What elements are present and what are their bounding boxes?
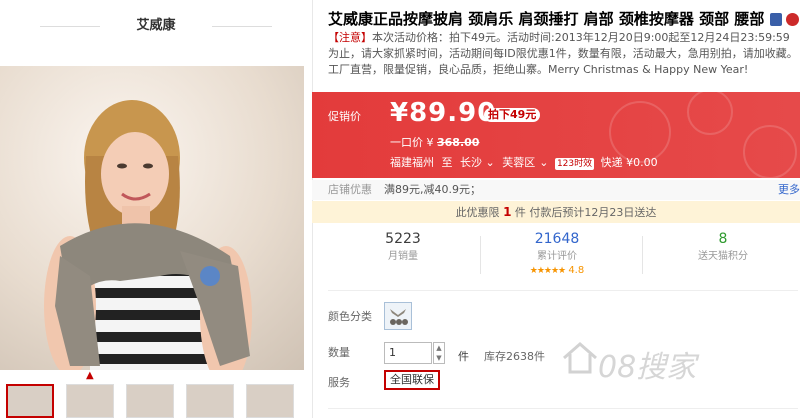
gallery-panel: 艾威康 ▲	[0, 0, 313, 418]
shield-icon	[770, 13, 783, 26]
reviews-label: 累计评价	[537, 251, 577, 262]
stat-divider	[642, 236, 643, 274]
star-rating-icon: ★★★★★	[529, 266, 566, 276]
time-badge: 123时效	[554, 158, 595, 170]
shop-promo-row: 店铺优惠 满89元,减40.9元； 更多	[312, 180, 800, 200]
divider	[328, 408, 798, 409]
product-notice: 【注意】本次活动价格：拍下49元。活动时间:2013年12月20日9:00起至1…	[328, 30, 798, 78]
thumbnail-1[interactable]	[6, 384, 54, 418]
promo-price: ¥89.90	[390, 98, 497, 128]
notice-prefix: 【注意】	[328, 31, 372, 44]
stat-divider	[480, 236, 481, 274]
thumbnail-5[interactable]	[246, 384, 294, 418]
limit-prefix: 此优惠限	[455, 206, 500, 219]
color-label: 颜色分类	[328, 310, 372, 323]
quantity-input[interactable]: 1	[384, 342, 432, 364]
notice-body: 本次活动价格：拍下49元。活动时间:2013年12月20日9:00起至12月24…	[328, 31, 798, 76]
main-product-image[interactable]: 🔍︎	[0, 66, 304, 370]
monthly-sales-value: 5223	[385, 231, 421, 247]
limit-count: 1	[503, 205, 512, 219]
rating-value: 4.8	[568, 265, 585, 276]
service-label: 服务	[328, 376, 350, 389]
shop-name[interactable]: 艾威康	[0, 0, 312, 52]
seal-icon	[786, 13, 800, 26]
points-value: 8	[718, 231, 728, 247]
stat-monthly-sales: 5223 月销量	[328, 228, 478, 280]
promo-more-link[interactable]: 更多	[778, 180, 800, 200]
product-info-panel: 艾威康正品按摩披肩 颈肩乐 肩颈捶打 肩部 颈椎按摩器 颈部 腰部 【注意】本次…	[312, 0, 800, 418]
product-photo	[44, 100, 252, 370]
stat-reviews[interactable]: 21648 累计评价 ★★★★★ 4.8	[482, 228, 632, 280]
reviews-value[interactable]: 21648	[482, 228, 632, 250]
points-label: 送天猫积分	[698, 251, 748, 262]
ship-from: 福建福州	[390, 156, 434, 169]
ship-to-district[interactable]: 芙蓉区	[502, 154, 535, 170]
shipping-info: 福建福州 至 长沙 ⌄ 芙蓉区 ⌄ 123时效 快递 ¥0.00	[390, 154, 658, 170]
thumbnail-4[interactable]	[186, 384, 234, 418]
quantity-unit: 件	[458, 350, 469, 363]
chevron-down-icon[interactable]: ⌄	[482, 156, 498, 169]
shop-promo-label: 店铺优惠	[328, 183, 372, 196]
quantity-label: 数量	[328, 346, 350, 359]
promo-price-label: 促销价	[328, 110, 361, 123]
color-swatch[interactable]	[384, 302, 412, 330]
divider	[328, 290, 798, 291]
stock-count: 库存2638件	[484, 350, 545, 363]
express-fee: 快递 ¥0.00	[600, 156, 658, 169]
discount-tag: 拍下49元	[484, 108, 541, 122]
limit-suffix: 件 付款后预计12月23日送达	[514, 206, 657, 219]
thumbnail-strip	[6, 384, 306, 418]
shop-promo-value: 满89元,减40.9元；	[384, 183, 481, 196]
stats-row: 5223 月销量 21648 累计评价 ★★★★★ 4.8 8 送天猫积分	[312, 228, 800, 284]
chevron-down-icon[interactable]: ⌄	[539, 156, 548, 169]
original-price-label: 一口价	[390, 136, 423, 149]
thumb-up-arrow-icon[interactable]: ▲	[86, 370, 94, 381]
ship-to-word: 至	[441, 156, 453, 169]
thumbnail-3[interactable]	[126, 384, 174, 418]
service-option[interactable]: 全国联保	[384, 370, 440, 390]
monthly-sales-label: 月销量	[388, 251, 418, 262]
quantity-stepper[interactable]: ▲ ▼	[433, 342, 445, 364]
swatch-product-icon	[390, 309, 408, 325]
stat-points: 8 送天猫积分	[648, 228, 798, 280]
ship-to-city[interactable]: 长沙	[460, 156, 482, 169]
product-title-text: 艾威康正品按摩披肩 颈肩乐 肩颈捶打 肩部 颈椎按摩器 颈部 腰部	[328, 10, 765, 28]
original-price: 一口价 ¥ 368.00	[390, 134, 479, 150]
product-title: 艾威康正品按摩披肩 颈肩乐 肩颈捶打 肩部 颈椎按摩器 颈部 腰部	[328, 8, 800, 29]
original-price-value: 368.00	[437, 136, 480, 149]
thumbnail-2[interactable]	[66, 384, 114, 418]
original-price-currency: ¥	[426, 136, 434, 149]
limit-banner: 此优惠限 1 件 付款后预计12月23日送达	[312, 201, 800, 223]
rating-row: ★★★★★ 4.8	[482, 264, 632, 278]
watermark-text: 08搜家	[598, 350, 697, 385]
price-box: 促销价 ¥89.90 拍下49元 一口价 ¥ 368.00 福建福州 至 长沙 …	[312, 92, 800, 178]
watermark-house-icon	[563, 342, 597, 374]
